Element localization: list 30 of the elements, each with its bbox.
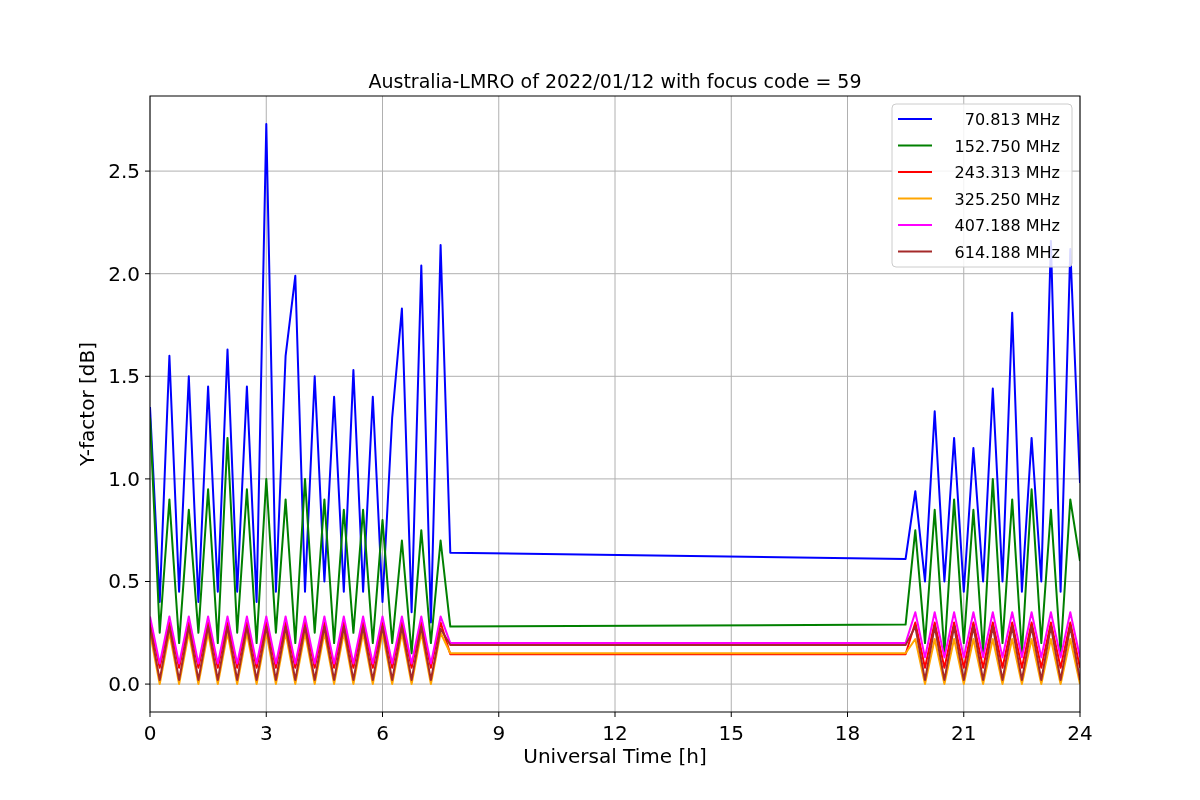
chart-title: Australia-LMRO of 2022/01/12 with focus code = 59 [368,70,862,92]
tick-label: 0.5 [108,569,140,594]
tick-label: 2.5 [108,159,140,184]
tick-label: 0 [143,721,157,745]
legend-label: 325.250 MHz [954,189,1060,209]
y-axis-label: Y-factor [dB] [75,342,99,466]
legend-label: 70.813 MHz [964,110,1060,129]
legend-label: 407.188 MHz [954,216,1060,235]
legend-line-icon [897,197,933,200]
tick-label: 3 [259,721,273,745]
legend-line-icon [897,224,933,226]
legend-label: 152.750 MHz [954,136,1060,156]
tick-label: 0.0 [108,672,140,697]
tick-label: 9 [492,721,506,745]
legend-label: 243.313 MHz [954,163,1060,182]
tick-label: 2.0 [108,261,140,286]
tick-label: 15 [718,721,744,745]
x-axis-label: Universal Time [h] [523,744,707,768]
tick-label: 1.5 [108,364,140,389]
legend-line-icon [897,144,933,147]
legend-label: 614.188 MHz [954,242,1060,262]
legend-line-icon [897,171,933,173]
tick-label: 21 [951,721,977,745]
legend-line-icon [897,118,933,120]
tick-label: 18 [834,721,861,745]
tick-label: 12 [602,721,628,745]
tick-label: 6 [376,721,389,745]
legend-line-icon [897,250,933,253]
tick-label: 24 [1067,721,1093,745]
tick-label: 1.0 [108,466,140,491]
